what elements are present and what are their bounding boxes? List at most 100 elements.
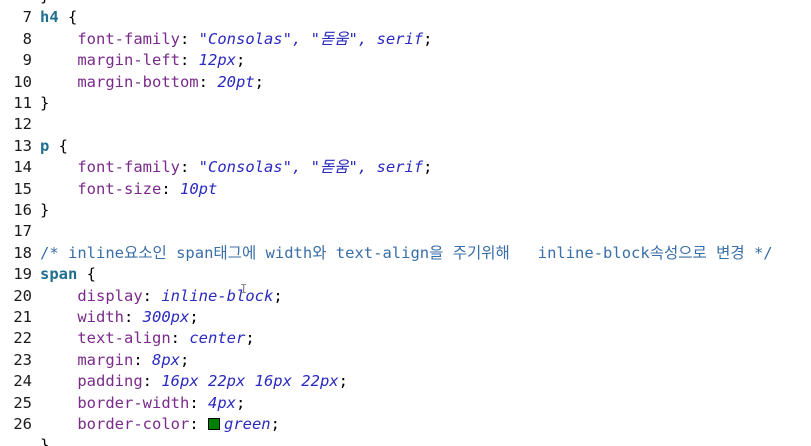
- line-number: 16: [13, 201, 32, 219]
- code-text: border-width: 4px;: [40, 393, 245, 414]
- code-token-punct: :: [161, 179, 180, 198]
- code-token-val: green: [223, 415, 271, 433]
- code-text: /* inline요소인 span태그에 width와 text-align을 …: [40, 243, 773, 264]
- code-token-punct: ;: [338, 372, 348, 391]
- code-token-punct: ;: [235, 51, 246, 70]
- code-line[interactable]: 11}: [0, 93, 811, 114]
- text-cursor-icon: I: [240, 282, 248, 296]
- code-token-punct: :: [170, 329, 190, 348]
- code-token-punct: ;: [270, 415, 280, 433]
- line-number: 12: [13, 115, 32, 134]
- code-line[interactable]: 23 margin: 8px;: [0, 350, 811, 371]
- code-line[interactable]: 17: [0, 221, 811, 242]
- code-token-val: "Consolas", "돋움", serif: [198, 29, 424, 48]
- line-number: 19: [13, 265, 32, 284]
- code-token-punct: :: [189, 415, 208, 433]
- code-text: span {: [40, 264, 96, 285]
- line-number: 13: [13, 136, 32, 155]
- code-line[interactable]: 7 h4 {: [0, 7, 811, 28]
- code-token-punct: :: [179, 29, 199, 48]
- line-number: 23: [13, 350, 32, 369]
- code-token-brace: {: [49, 136, 69, 155]
- code-line[interactable]: 21 width: 300px;: [0, 307, 811, 328]
- code-token-val: 300px: [142, 308, 190, 326]
- line-number: 7: [22, 8, 32, 27]
- code-token-brace: }: [40, 94, 50, 112]
- code-token-prop: font-family: [40, 158, 180, 177]
- code-token-val: 4px: [207, 393, 236, 412]
- code-token-punct: ;: [423, 158, 433, 177]
- code-token-punct: ;: [423, 29, 433, 48]
- code-text: font-family: "Consolas", "돋움", serif;: [40, 157, 433, 178]
- code-line[interactable]: 12: [0, 114, 811, 135]
- code-line[interactable]: }: [0, 0, 811, 7]
- code-text: p {: [40, 136, 68, 157]
- code-token-brace: }: [40, 201, 50, 219]
- code-line[interactable]: 13 p {: [0, 136, 811, 157]
- code-line[interactable]: 25 border-width: 4px;: [0, 393, 811, 414]
- code-token-punct: :: [189, 393, 208, 412]
- code-line[interactable]: 26 border-color: green;: [0, 414, 811, 435]
- code-text: h4 {: [40, 7, 77, 28]
- code-line[interactable]: 24 padding: 16px 22px 16px 22px;: [0, 371, 811, 392]
- code-token-punct: :: [142, 372, 162, 391]
- code-line[interactable]: 15 font-size: 10pt: [0, 179, 811, 200]
- code-text: text-align: center;: [40, 328, 255, 349]
- line-number: 25: [13, 393, 32, 412]
- code-text: margin-bottom: 20pt;: [40, 72, 264, 93]
- code-line[interactable]: 8 font-family: "Consolas", "돋움", serif;: [0, 29, 811, 50]
- line-number: 17: [13, 222, 32, 241]
- line-number: 15: [13, 179, 32, 198]
- line-number: 24: [13, 372, 32, 391]
- code-token-prop: padding: [40, 372, 143, 391]
- code-token-punct: ;: [180, 350, 190, 369]
- code-token-val: center: [189, 329, 246, 348]
- code-token-val: 16px 22px 16px 22px: [161, 372, 339, 391]
- code-token-punct: :: [179, 158, 199, 177]
- color-swatch-icon: [207, 418, 220, 430]
- line-number: 9: [22, 51, 32, 70]
- code-text: }: [40, 0, 49, 7]
- code-token-prop: margin-left: [40, 51, 180, 70]
- code-line[interactable]: 16}: [0, 200, 811, 221]
- code-token-punct: :: [179, 51, 199, 70]
- code-token-brace: }: [40, 0, 49, 5]
- code-token-comment: /* inline요소인 span태그에 width와 text-align을 …: [40, 243, 773, 262]
- line-number: 14: [13, 158, 32, 177]
- code-token-prop: border-color: [40, 415, 190, 433]
- code-token-val: 12px: [198, 51, 236, 70]
- code-token-val: 8px: [152, 350, 180, 369]
- code-line[interactable]: 9 margin-left: 12px;: [0, 50, 811, 71]
- code-token-brace: {: [77, 265, 96, 284]
- code-line[interactable]: 19 span {: [0, 264, 811, 285]
- code-text: width: 300px;: [40, 307, 198, 328]
- code-token-val: 10pt: [180, 179, 218, 198]
- code-token-punct: ;: [245, 329, 255, 348]
- code-token-sel: h4: [40, 8, 59, 27]
- line-number: 22: [13, 329, 32, 348]
- code-token-val: inline-block: [161, 286, 274, 305]
- code-editor[interactable]: }7h4 {8 font-family: "Consolas", "돋움", s…: [0, 0, 811, 446]
- code-token-prop: text-align: [40, 329, 171, 348]
- code-text: }: [40, 200, 49, 221]
- code-line[interactable]: 10 margin-bottom: 20pt;: [0, 72, 811, 93]
- code-token-punct: :: [124, 308, 143, 326]
- code-text: border-color: green;: [40, 414, 280, 435]
- line-number: 20: [13, 286, 32, 305]
- code-token-val: 20pt: [217, 72, 255, 91]
- code-token-prop: margin-bottom: [40, 72, 199, 91]
- code-line[interactable]: 22 text-align: center;: [0, 328, 811, 349]
- line-number: 8: [22, 29, 32, 48]
- code-line[interactable]: 20 display: inline-block;: [0, 286, 811, 307]
- code-text: padding: 16px 22px 16px 22px;: [40, 371, 348, 392]
- code-line[interactable]: 18 /* inline요소인 span태그에 width와 text-align…: [0, 243, 811, 264]
- code-text: margin: 8px;: [40, 350, 189, 371]
- code-text: font-size: 10pt: [40, 179, 217, 200]
- code-text: margin-left: 12px;: [40, 50, 245, 71]
- code-token-punct: ;: [254, 72, 264, 91]
- line-number: 10: [13, 72, 32, 91]
- line-number: 18: [13, 243, 32, 262]
- code-line[interactable]: 14 font-family: "Consolas", "돋움", serif;: [0, 157, 811, 178]
- code-token-prop: font-family: [40, 29, 180, 48]
- code-text: }: [40, 93, 49, 114]
